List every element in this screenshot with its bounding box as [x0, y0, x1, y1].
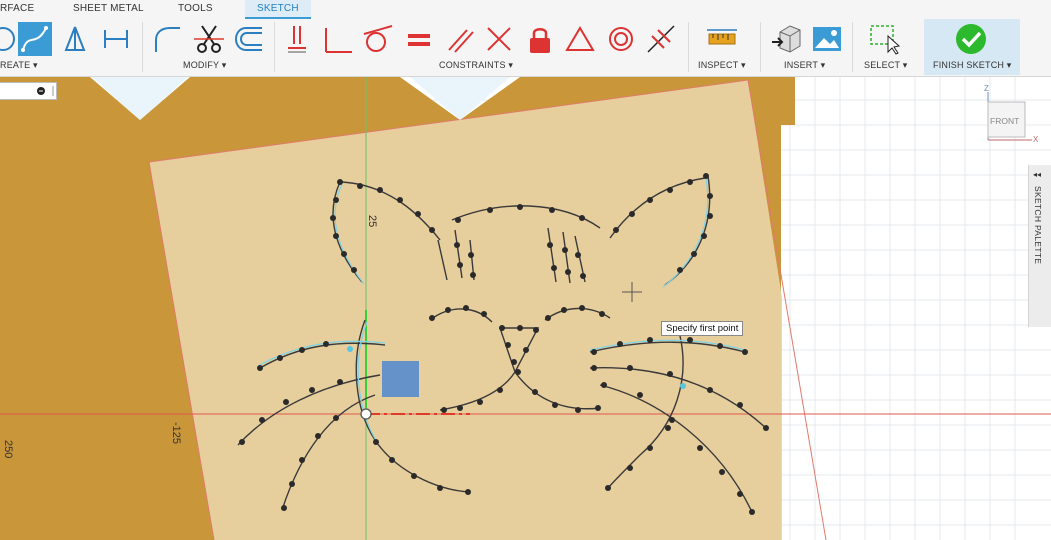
symmetry-constraint-icon[interactable] — [644, 22, 678, 56]
palette-expand-icon[interactable]: ◂◂ — [1033, 170, 1041, 179]
midpoint-constraint-icon[interactable] — [563, 22, 597, 56]
design-canvas[interactable]: -125 250 25 — [0, 77, 1051, 540]
selection-box — [382, 361, 419, 397]
divider — [688, 22, 689, 72]
finish-sketch-menu[interactable]: FINISH SKETCH ▾ — [933, 60, 1012, 71]
divider — [142, 22, 143, 72]
divider — [852, 22, 853, 72]
viewcube-front-face[interactable]: FRONT — [990, 116, 1019, 126]
axis-z-label: Z — [984, 84, 989, 93]
workspace-tabs: RFACE SHEET METAL TOOLS SKETCH — [0, 0, 1051, 19]
tab-tools[interactable]: TOOLS — [178, 3, 213, 14]
trim-scissors-icon[interactable] — [192, 22, 226, 56]
tab-sheet-metal[interactable]: SHEET METAL — [73, 3, 144, 14]
coincident-constraint-icon[interactable] — [282, 22, 316, 56]
fix-lock-icon[interactable] — [523, 22, 557, 56]
collinear-constraint-icon[interactable] — [482, 22, 516, 56]
modify-menu[interactable]: MODIFY ▾ — [183, 60, 226, 71]
dimension-label: 25 — [366, 215, 378, 228]
browser-search-box[interactable] — [0, 82, 57, 100]
axis-x-label: X — [1033, 135, 1039, 144]
fillet-tool-icon[interactable] — [150, 22, 184, 56]
dimension-label: 250 — [2, 440, 14, 459]
tangent-constraint-icon[interactable] — [360, 22, 394, 56]
finish-sketch-check-icon[interactable] — [954, 22, 988, 56]
circle-tool-icon[interactable] — [0, 22, 20, 56]
measure-ruler-icon[interactable] — [705, 22, 739, 56]
dimension-tool-icon[interactable] — [99, 22, 133, 56]
tab-sketch[interactable]: SKETCH — [245, 0, 311, 19]
inspect-menu[interactable]: INSPECT ▾ — [698, 60, 746, 71]
prompt-tooltip: Specify first point — [661, 321, 744, 336]
select-menu[interactable]: SELECT ▾ — [864, 60, 907, 71]
concentric-constraint-icon[interactable] — [604, 22, 638, 56]
dimension-label: -125 — [170, 422, 182, 445]
select-window-icon[interactable] — [868, 22, 902, 56]
insert-menu[interactable]: INSERT ▾ — [784, 60, 825, 71]
mirror-tool-icon[interactable] — [58, 22, 92, 56]
tab-surface[interactable]: RFACE — [0, 3, 34, 14]
create-menu[interactable]: REATE ▾ — [0, 60, 38, 71]
spline-tool-icon[interactable] — [18, 22, 52, 56]
insert-image-icon[interactable] — [810, 22, 844, 56]
toolbar: RFACE SHEET METAL TOOLS SKETCH REATE ▾ M… — [0, 0, 1051, 77]
divider — [274, 22, 275, 72]
perpendicular-constraint-icon[interactable] — [322, 22, 356, 56]
divider — [760, 22, 761, 72]
constraints-menu[interactable]: CONSTRAINTS ▾ — [439, 60, 513, 71]
origin-point — [360, 408, 372, 420]
sketch-palette-label: SKETCH PALETTE — [1033, 186, 1043, 265]
equal-constraint-icon[interactable] — [402, 22, 436, 56]
offset-tool-icon[interactable] — [232, 22, 266, 56]
insert-derive-icon[interactable] — [770, 22, 804, 56]
parallel-constraint-icon[interactable] — [443, 22, 477, 56]
